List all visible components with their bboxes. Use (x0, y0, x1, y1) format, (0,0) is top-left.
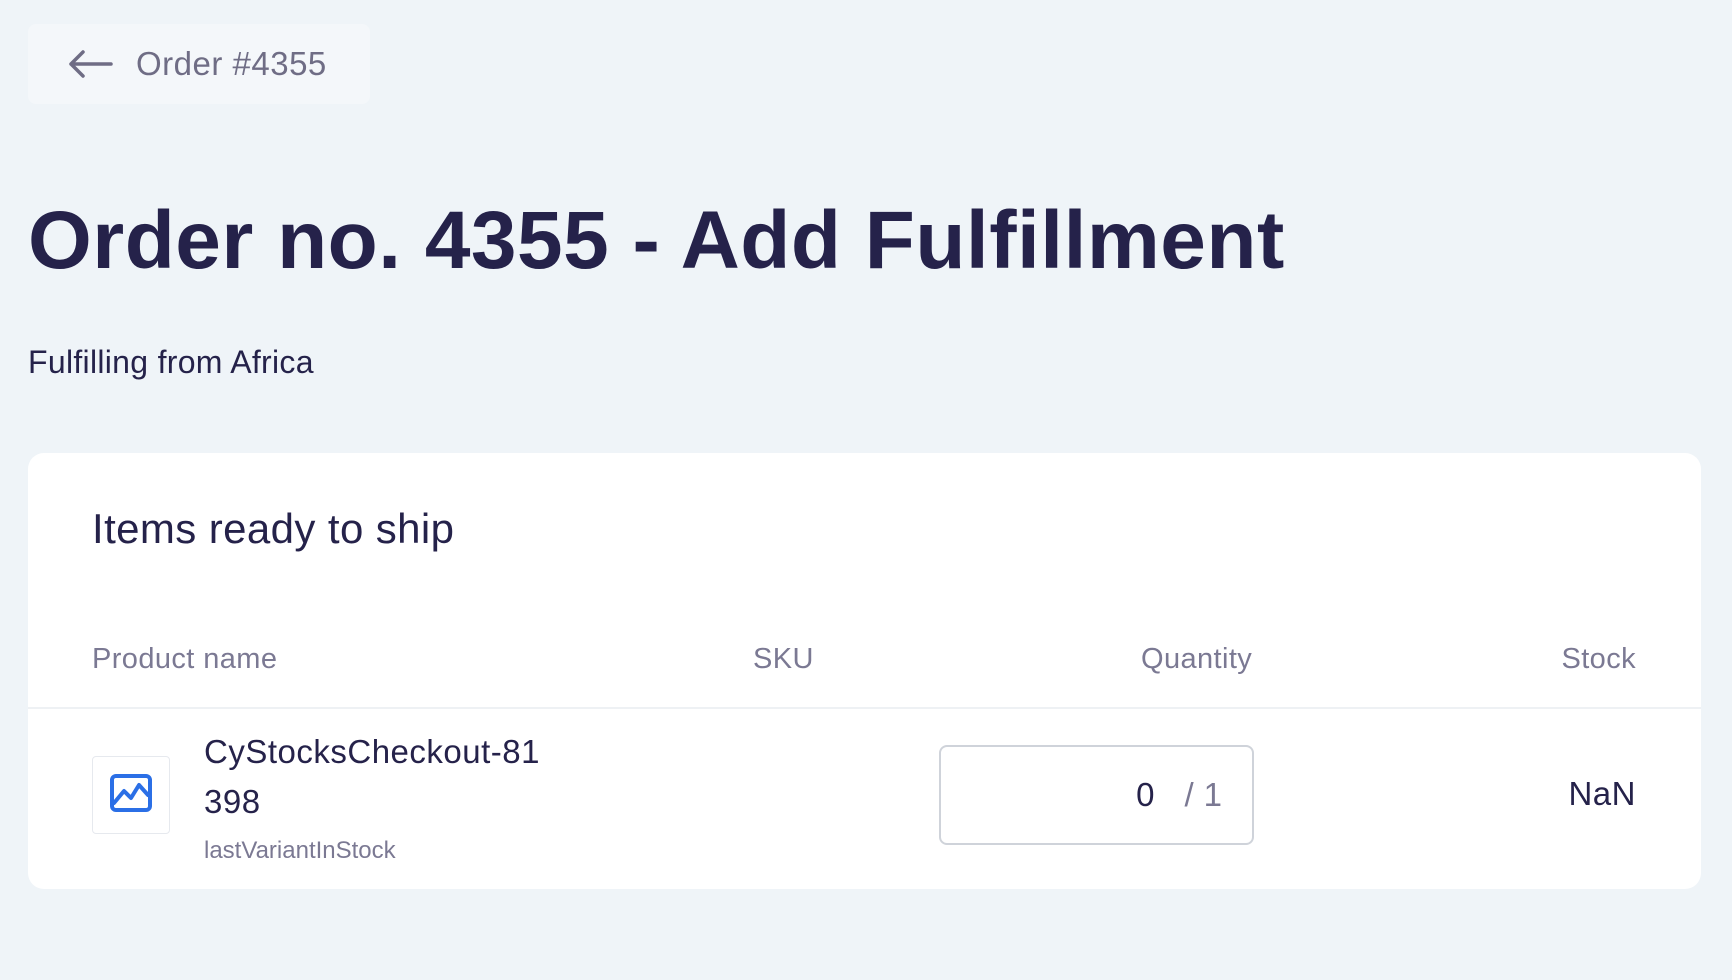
column-header-product-name: Product name (92, 643, 278, 675)
product-thumbnail (92, 756, 170, 834)
quantity-total: 1 (1203, 776, 1222, 813)
quantity-separator: / (1184, 776, 1194, 813)
column-header-quantity: Quantity (1141, 643, 1253, 675)
column-header-sku: SKU (753, 643, 814, 675)
stock-value: NaN (1568, 775, 1636, 812)
variant-name: lastVariantInStock (204, 837, 396, 864)
arrow-left-icon (66, 47, 114, 81)
column-header-stock: Stock (1561, 643, 1636, 675)
quantity-input[interactable] (1094, 776, 1155, 814)
image-placeholder-icon (109, 773, 153, 818)
back-link-label: Order #4355 (136, 45, 327, 82)
page-title: Order no. 4355 - Add Fulfillment (28, 195, 1285, 286)
table-row: CyStocksCheckout-81398 lastVariantInStoc… (28, 709, 1701, 889)
back-to-order-link[interactable]: Order #4355 (28, 24, 370, 104)
fulfillment-warehouse-subtitle: Fulfilling from Africa (28, 344, 314, 380)
items-ready-card: Items ready to ship Product name SKU Qua… (28, 453, 1701, 889)
table-header: Product name SKU Quantity Stock (28, 643, 1701, 709)
quantity-field[interactable]: / 1 (939, 745, 1254, 845)
card-title: Items ready to ship (92, 505, 455, 552)
product-name: CyStocksCheckout-81398 (204, 733, 540, 820)
